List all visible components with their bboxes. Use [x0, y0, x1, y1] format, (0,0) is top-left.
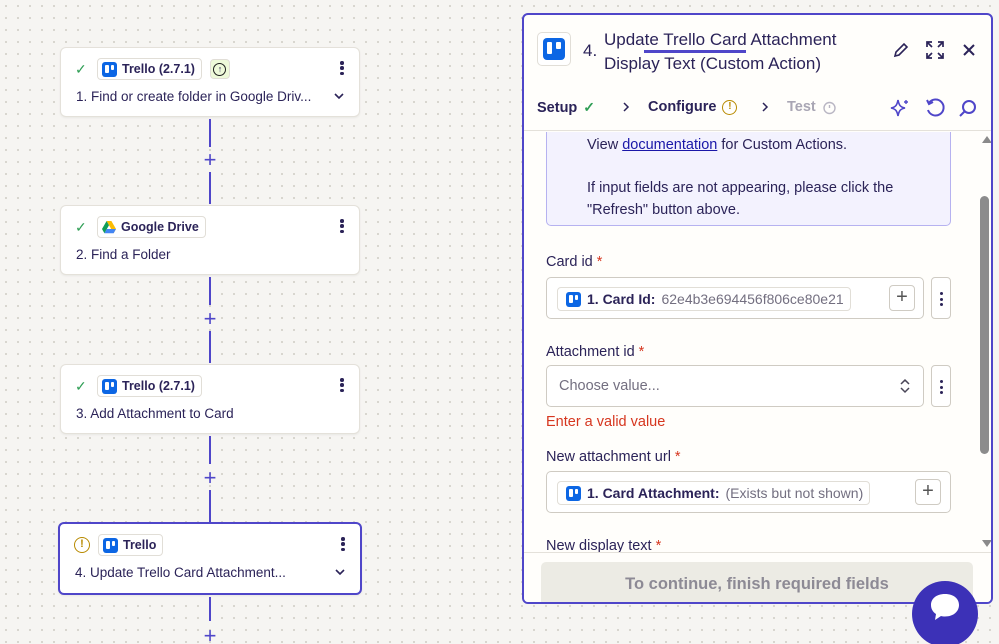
updown-icon: [900, 378, 910, 394]
scrollbar[interactable]: [978, 132, 991, 552]
documentation-link[interactable]: documentation: [622, 137, 717, 153]
app-name: Trello: [123, 538, 157, 552]
app-name: Trello (2.7.1): [122, 62, 195, 76]
scroll-up-arrow[interactable]: [982, 136, 991, 143]
trello-logo-icon: [102, 378, 117, 394]
step-editor-panel: 4. Update Trello Card Attachment Display…: [522, 13, 993, 604]
mapped-value-pill[interactable]: 1. Card Id: 62e4b3e694456f806ce80e21: [557, 287, 851, 311]
sparkle-icon[interactable]: [889, 97, 911, 119]
attachment-id-label: Attachment id *: [546, 344, 645, 360]
chat-button[interactable]: [912, 581, 978, 644]
plus-icon[interactable]: +: [915, 479, 941, 505]
app-chip: Trello (2.7.1): [97, 58, 202, 80]
continue-button[interactable]: To continue, finish required fields: [541, 562, 973, 602]
trello-logo-icon: [566, 485, 581, 501]
connector-line: [209, 331, 211, 363]
close-icon[interactable]: [960, 41, 978, 59]
refresh-note: If input fields are not appearing, pleas…: [587, 180, 894, 218]
check-icon: ✓: [583, 99, 596, 115]
mapped-value-pill[interactable]: 1. Card Attachment: (Exists but not show…: [557, 481, 871, 505]
chevron-down-icon[interactable]: [333, 90, 345, 102]
warning-icon: !: [74, 537, 90, 553]
kebab-icon[interactable]: [339, 377, 345, 395]
refresh-icon[interactable]: [924, 97, 946, 119]
attachment-id-error: Enter a valid value: [546, 414, 666, 430]
scroll-thumb[interactable]: [980, 196, 989, 454]
kebab-icon[interactable]: [339, 218, 345, 236]
chevron-right-icon: [623, 102, 630, 112]
scroll-down-arrow[interactable]: [982, 540, 991, 547]
tab-configure[interactable]: Configure !: [648, 99, 738, 115]
trello-logo-icon: [102, 61, 117, 77]
plus-icon[interactable]: +: [202, 467, 218, 489]
plus-icon[interactable]: +: [889, 285, 915, 311]
timer-icon: [823, 101, 836, 114]
card-id-label: Card id *: [546, 254, 603, 270]
app-chip: Google Drive: [97, 216, 206, 238]
chat-icon: [931, 594, 959, 620]
tab-label: Setup: [537, 99, 578, 116]
new-display-text-label: New display text *: [546, 538, 662, 552]
step-title: 4. Update Trello Card Attachment...: [75, 565, 286, 580]
step-title: 1. Find or create folder in Google Driv.…: [76, 89, 312, 104]
active-tab-indicator: [644, 50, 746, 53]
connector-line: [209, 490, 211, 522]
chevron-right-icon: [762, 102, 769, 112]
kebab-icon[interactable]: [931, 365, 951, 407]
plus-icon[interactable]: +: [202, 308, 218, 330]
pencil-icon[interactable]: [892, 41, 910, 59]
bolt-icon[interactable]: ↑: [209, 59, 230, 79]
connector-line: [209, 597, 211, 621]
attachment-id-placeholder: Choose value...: [559, 378, 660, 394]
step-card-3[interactable]: ✓ Trello (2.7.1) 3. Add Attachment to Ca…: [60, 364, 360, 434]
app-name: Google Drive: [121, 220, 199, 234]
panel-header: 4. Update Trello Card Attachment Display…: [524, 15, 991, 87]
connector-line: [209, 277, 211, 305]
trello-logo-icon: [566, 291, 581, 307]
info-box: View documentation for Custom Actions. I…: [546, 132, 951, 226]
google-drive-icon: [102, 220, 116, 233]
app-name: Trello (2.7.1): [122, 379, 195, 393]
trello-logo-icon: [103, 537, 118, 553]
connector-line: [209, 119, 211, 147]
step-card-4[interactable]: ! Trello 4. Update Trello Card Attachmen…: [58, 522, 362, 595]
plus-icon[interactable]: +: [202, 625, 218, 644]
connector-line: [209, 172, 211, 204]
kebab-icon[interactable]: [931, 277, 951, 319]
trello-logo-icon: [543, 38, 565, 60]
search-icon[interactable]: [957, 97, 979, 119]
chevron-down-icon[interactable]: [334, 566, 346, 578]
check-icon: ✓: [75, 61, 87, 77]
expand-icon[interactable]: [925, 40, 945, 60]
connector-line: [209, 436, 211, 464]
tab-label: Configure: [648, 99, 717, 115]
app-chip: Trello: [98, 534, 164, 556]
step-card-1[interactable]: ✓ Trello (2.7.1) ↑ 1. Find or create fol…: [60, 47, 360, 117]
check-icon: ✓: [75, 378, 87, 394]
form-scroll-area[interactable]: View documentation for Custom Actions. I…: [524, 132, 976, 552]
tab-test[interactable]: Test: [787, 99, 837, 115]
step-title: 3. Add Attachment to Card: [76, 406, 234, 421]
panel-app-icon: [537, 32, 571, 66]
tab-label: Test: [787, 99, 816, 115]
new-attachment-url-field[interactable]: 1. Card Attachment: (Exists but not show…: [546, 471, 951, 513]
warning-icon: !: [722, 99, 738, 115]
card-id-field[interactable]: 1. Card Id: 62e4b3e694456f806ce80e21 +: [546, 277, 924, 319]
app-chip: Trello (2.7.1): [97, 375, 202, 397]
plus-icon[interactable]: +: [202, 149, 218, 171]
step-title: 2. Find a Folder: [76, 247, 171, 262]
check-icon: ✓: [75, 219, 87, 235]
step-card-2[interactable]: ✓ Google Drive 2. Find a Folder: [60, 205, 360, 275]
info-doc-line: View documentation for Custom Actions.: [587, 137, 848, 153]
tab-bar: Setup ✓ Configure ! Test: [524, 93, 991, 131]
kebab-icon[interactable]: [339, 60, 345, 78]
tab-setup[interactable]: Setup ✓: [537, 99, 595, 116]
new-attachment-url-label: New attachment url *: [546, 449, 681, 465]
attachment-id-select[interactable]: Choose value...: [546, 365, 924, 407]
kebab-icon[interactable]: [340, 536, 346, 554]
panel-step-number: 4.: [583, 41, 598, 60]
